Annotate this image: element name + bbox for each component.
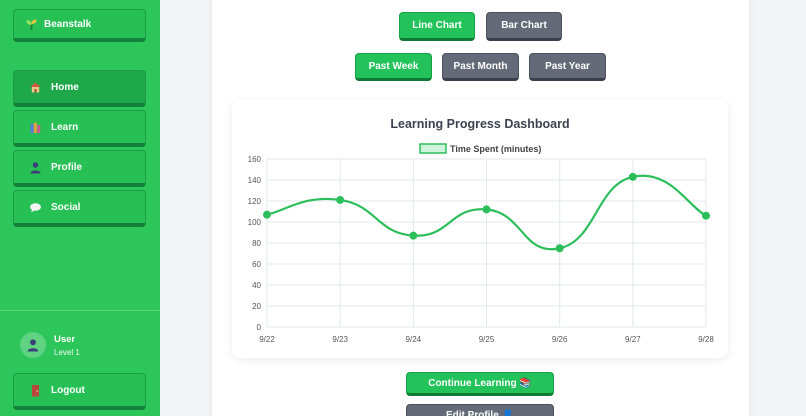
sidebar-item-label: Home (51, 81, 79, 93)
person-icon (28, 160, 42, 174)
x-tick-label: 9/28 (698, 335, 714, 344)
y-tick-label: 20 (252, 302, 261, 311)
logout-button[interactable]: Logout (13, 373, 146, 410)
y-tick-label: 80 (252, 239, 261, 248)
user-level: Level 1 (54, 347, 80, 357)
sprout-icon (24, 17, 38, 31)
house-icon (28, 80, 42, 94)
door-icon (28, 383, 42, 397)
user-card: User Level 1 (20, 332, 80, 358)
user-name: User (54, 333, 76, 345)
y-tick-label: 160 (248, 155, 262, 164)
x-tick-label: 9/25 (479, 335, 495, 344)
brand-button[interactable]: Beanstalk (13, 9, 146, 42)
sidebar-item-home[interactable]: Home (13, 70, 146, 107)
past-month-button[interactable]: Past Month (442, 53, 519, 81)
books-icon (28, 120, 42, 134)
data-point (555, 244, 564, 253)
line-chart-button[interactable]: Line Chart (399, 12, 475, 41)
sidebar-item-profile[interactable]: Profile (13, 150, 146, 187)
data-point (336, 195, 345, 204)
legend-label: Time Spent (minutes) (450, 144, 541, 154)
y-tick-label: 40 (252, 281, 261, 290)
past-year-button[interactable]: Past Year (529, 53, 606, 81)
sidebar-item-label: Social (51, 201, 81, 213)
data-point (702, 211, 710, 220)
chart-title: Learning Progress Dashboard (390, 117, 569, 131)
x-tick-label: 9/23 (332, 335, 348, 344)
person-icon (27, 339, 39, 352)
data-point (482, 205, 491, 214)
logout-label: Logout (51, 384, 85, 396)
brand-name: Beanstalk (44, 18, 92, 30)
sidebar-item-label: Profile (51, 161, 83, 173)
y-tick-label: 140 (248, 176, 262, 185)
bar-chart-button[interactable]: Bar Chart (486, 12, 562, 41)
chart-panel: Learning Progress Dashboard Time Spent (m… (232, 100, 728, 358)
y-tick-label: 0 (257, 323, 262, 332)
data-point (628, 172, 637, 181)
x-tick-label: 9/27 (625, 335, 641, 344)
speech-bubble-icon (28, 200, 42, 214)
avatar (20, 332, 46, 358)
y-tick-label: 120 (248, 197, 262, 206)
x-tick-label: 9/26 (552, 335, 568, 344)
edit-profile-button[interactable]: Edit Profile 👤 (406, 404, 554, 416)
progress-chart: Learning Progress Dashboard Time Spent (m… (248, 117, 715, 344)
x-tick-label: 9/24 (406, 335, 422, 344)
y-tick-label: 100 (248, 218, 262, 227)
sidebar-divider (0, 310, 160, 311)
legend-swatch (419, 143, 447, 154)
sidebar-item-learn[interactable]: Learn (13, 110, 146, 147)
sidebar: Beanstalk Home Learn Profile Social User… (0, 0, 160, 416)
continue-learning-button[interactable]: Continue Learning 📚 (406, 372, 554, 396)
sidebar-item-social[interactable]: Social (13, 190, 146, 227)
sidebar-item-label: Learn (51, 121, 79, 133)
x-tick-label: 9/22 (259, 335, 275, 344)
data-point (263, 210, 271, 219)
data-point (409, 231, 418, 240)
past-week-button[interactable]: Past Week (355, 53, 432, 81)
y-tick-label: 60 (252, 260, 261, 269)
